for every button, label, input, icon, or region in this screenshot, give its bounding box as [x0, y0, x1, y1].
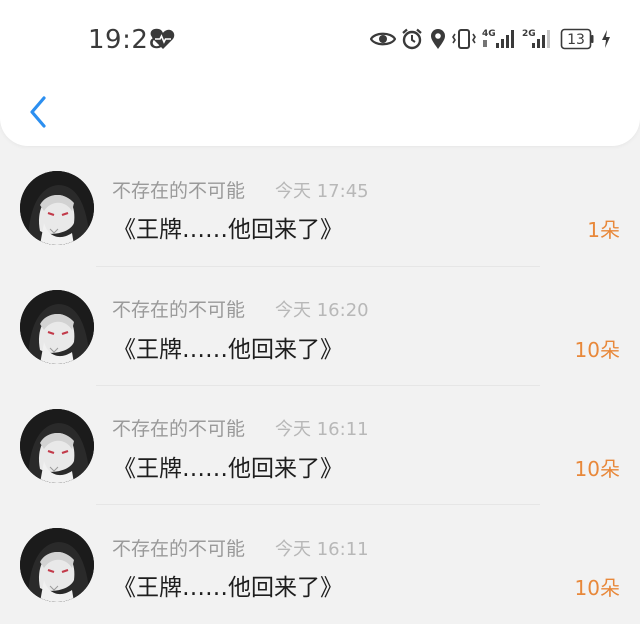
avatar[interactable] — [20, 290, 94, 364]
chevron-left-icon — [30, 96, 46, 128]
svg-text:2G: 2G — [522, 29, 536, 39]
user-name: 不存在的不可能 — [112, 538, 246, 560]
signal-2g-icon: 2G — [522, 29, 550, 48]
item-title: 《王牌……他回来了》 — [113, 217, 343, 243]
list-item[interactable]: 不存在的不可能 今天 16:11 《王牌……他回来了》 10朵 — [0, 385, 640, 505]
signal-4g-icon: 4G — [482, 29, 514, 48]
user-name: 不存在的不可能 — [112, 180, 246, 202]
vibrate-icon — [452, 29, 476, 49]
timestamp: 今天 16:11 — [275, 419, 369, 440]
timestamp: 今天 17:45 — [275, 181, 369, 202]
alarm-icon — [402, 28, 422, 50]
user-name: 不存在的不可能 — [112, 299, 246, 321]
flower-count: 1朵 — [587, 218, 620, 242]
list-item[interactable]: 不存在的不可能 今天 16:20 《王牌……他回来了》 10朵 — [0, 266, 640, 386]
avatar-image — [20, 528, 94, 602]
flower-count: 10朵 — [574, 457, 620, 481]
back-button[interactable] — [18, 88, 58, 136]
avatar[interactable] — [20, 409, 94, 483]
timestamp: 今天 16:11 — [275, 539, 369, 560]
timestamp: 今天 16:20 — [275, 300, 369, 321]
svg-text:4G: 4G — [482, 29, 496, 39]
avatar-image — [20, 171, 94, 245]
charging-icon — [602, 30, 610, 48]
battery-level: 13 — [567, 32, 585, 48]
status-icons: 4G 2G 13 — [0, 0, 640, 70]
avatar[interactable] — [20, 171, 94, 245]
header: 19:28 4G 2G 13 — [0, 0, 640, 146]
flower-count: 10朵 — [574, 576, 620, 600]
avatar-image — [20, 409, 94, 483]
avatar[interactable] — [20, 528, 94, 602]
avatar-image — [20, 290, 94, 364]
list-item[interactable]: 不存在的不可能 今天 16:11 《王牌……他回来了》 10朵 — [0, 504, 640, 624]
item-title: 《王牌……他回来了》 — [113, 337, 343, 363]
item-title: 《王牌……他回来了》 — [113, 575, 343, 601]
user-name: 不存在的不可能 — [112, 418, 246, 440]
location-icon — [431, 29, 445, 49]
eye-icon — [370, 32, 396, 46]
list-item[interactable]: 不存在的不可能 今天 17:45 《王牌……他回来了》 1朵 — [0, 146, 640, 267]
flower-count: 10朵 — [574, 338, 620, 362]
item-title: 《王牌……他回来了》 — [113, 456, 343, 482]
